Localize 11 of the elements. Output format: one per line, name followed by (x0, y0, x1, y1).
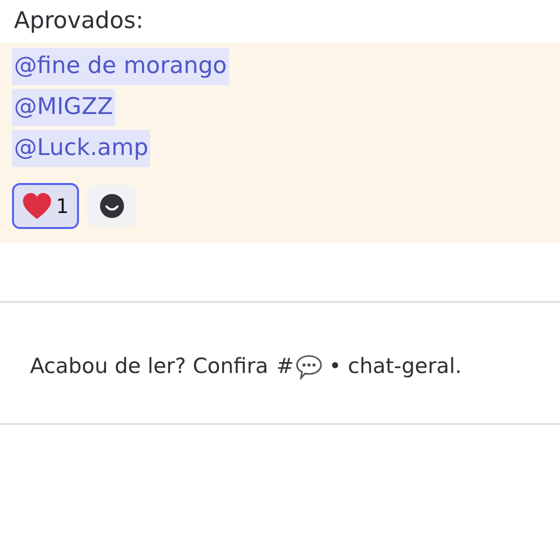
heart-icon (22, 192, 52, 220)
channel-link[interactable]: # • chat-geral. (276, 351, 462, 383)
smiley-icon (98, 193, 125, 220)
heading-text: Aprovados: (13, 7, 144, 36)
user-mention[interactable]: @Luck.amp (12, 130, 150, 168)
user-mention[interactable]: @fine de morango (12, 48, 229, 86)
reaction-button[interactable]: 1 (12, 183, 79, 230)
user-mention[interactable]: @MIGZZ (12, 89, 115, 126)
add-reaction-button[interactable] (86, 185, 137, 228)
footer-text: Acabou de ler? Confira (30, 353, 268, 380)
speech-bubble-icon (294, 354, 323, 380)
